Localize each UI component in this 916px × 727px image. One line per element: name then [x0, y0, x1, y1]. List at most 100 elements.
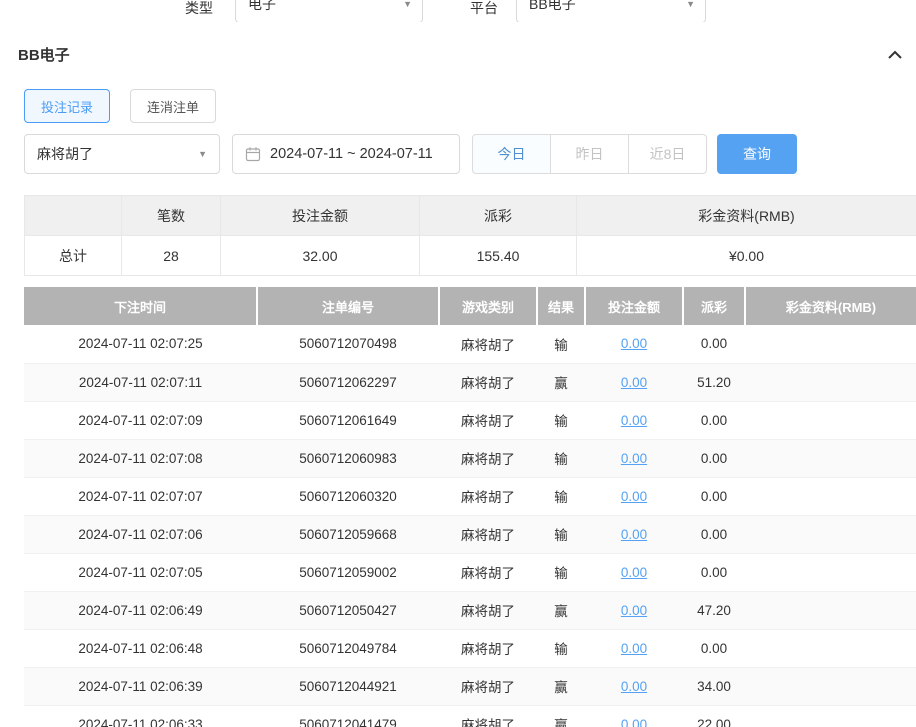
- cell-bet-amount: 0.00: [585, 477, 683, 515]
- cell-bet-time: 2024-07-11 02:06:39: [24, 667, 257, 705]
- cell-bet-amount: 0.00: [585, 667, 683, 705]
- summary-bet-amount-value: 32.00: [221, 236, 420, 276]
- cell-game-category: 麻将胡了: [439, 705, 537, 727]
- summary-jackpot-value: ¥0.00: [577, 236, 916, 276]
- summary-total-row: 总计 28 32.00 155.40 ¥0.00: [25, 236, 916, 276]
- summary-header-jackpot: 彩金资料(RMB): [577, 196, 916, 236]
- filter-row: 麻将胡了 ▼ 2024-07-11 ~ 2024-07-11 今日 昨日 近8日…: [24, 134, 916, 174]
- bet-amount-link[interactable]: 0.00: [621, 336, 647, 351]
- cell-jackpot: [745, 439, 916, 477]
- cell-payout: 22.00: [683, 705, 745, 727]
- cell-bet-id: 5060712060983: [257, 439, 439, 477]
- table-row: 2024-07-11 02:07:055060712059002麻将胡了输0.0…: [24, 553, 916, 591]
- type-label: 类型: [185, 0, 213, 18]
- tab-bet-records[interactable]: 投注记录: [24, 89, 110, 123]
- cell-bet-amount: 0.00: [585, 401, 683, 439]
- detail-header-row: 下注时间注单编号游戏类别结果投注金额派彩彩金资料(RMB): [24, 287, 916, 325]
- cell-result: 输: [537, 515, 585, 553]
- cell-bet-id: 5060712070498: [257, 325, 439, 363]
- bet-amount-link[interactable]: 0.00: [621, 489, 647, 504]
- cell-game-category: 麻将胡了: [439, 591, 537, 629]
- table-row: 2024-07-11 02:07:255060712070498麻将胡了输 0.0…: [24, 325, 916, 363]
- cell-payout: 0.00: [683, 515, 745, 553]
- cell-jackpot: [745, 629, 916, 667]
- cell-jackpot: [745, 401, 916, 439]
- cell-bet-time: 2024-07-11 02:07:08: [24, 439, 257, 477]
- table-row: 2024-07-11 02:07:075060712060320麻将胡了输0.0…: [24, 477, 916, 515]
- cell-result: 输: [537, 629, 585, 667]
- bet-amount-link[interactable]: 0.00: [621, 641, 647, 656]
- cell-payout: 0.00: [683, 629, 745, 667]
- date-range-picker[interactable]: 2024-07-11 ~ 2024-07-11: [232, 134, 460, 174]
- chevron-down-icon: ▼: [403, 0, 412, 9]
- range-yesterday-button[interactable]: 昨日: [550, 134, 629, 174]
- cell-payout: 51.20: [683, 363, 745, 401]
- collapse-section-button[interactable]: [888, 50, 902, 59]
- cell-bet-time: 2024-07-11 02:07:25: [24, 325, 257, 363]
- cell-game-category: 麻将胡了: [439, 477, 537, 515]
- tab-bar: 投注记录 连消注单: [24, 89, 916, 123]
- cell-payout: 34.00: [683, 667, 745, 705]
- range-today-button[interactable]: 今日: [472, 134, 551, 174]
- cell-result: 输: [537, 477, 585, 515]
- platform-select[interactable]: BB电子 ▼: [516, 0, 706, 22]
- cell-game-category: 麻将胡了: [439, 439, 537, 477]
- cell-game-category: 麻将胡了: [439, 629, 537, 667]
- cell-jackpot: [745, 705, 916, 727]
- cell-payout: 0.00: [683, 439, 745, 477]
- cell-jackpot: [745, 553, 916, 591]
- cell-bet-time: 2024-07-11 02:06:33: [24, 705, 257, 727]
- table-row: 2024-07-11 02:07:065060712059668麻将胡了输0.0…: [24, 515, 916, 553]
- cell-payout: 47.20: [683, 591, 745, 629]
- cell-result: 输: [537, 325, 585, 363]
- cell-result: 赢: [537, 705, 585, 727]
- page: 类型 电子 ▼ 平台 BB电子 ▼ BB电子 投注记录 连消注单 麻将胡了 ▼: [0, 0, 916, 727]
- range-last8days-button[interactable]: 近8日: [628, 134, 707, 174]
- cell-bet-id: 5060712041479: [257, 705, 439, 727]
- chevron-down-icon: ▼: [686, 0, 695, 9]
- chevron-up-icon: [888, 50, 902, 59]
- cell-result: 赢: [537, 363, 585, 401]
- bet-amount-link[interactable]: 0.00: [621, 565, 647, 580]
- cell-bet-id: 5060712044921: [257, 667, 439, 705]
- type-select[interactable]: 电子 ▼: [235, 0, 423, 22]
- cell-jackpot: [745, 667, 916, 705]
- cell-result: 输: [537, 401, 585, 439]
- cell-bet-time: 2024-07-11 02:07:11: [24, 363, 257, 401]
- quick-range-group: 今日 昨日 近8日: [472, 134, 707, 174]
- bet-amount-link[interactable]: 0.00: [621, 375, 647, 390]
- query-button[interactable]: 查询: [717, 134, 797, 174]
- tab-cancelled-bets[interactable]: 连消注单: [130, 89, 216, 123]
- cell-jackpot: [745, 363, 916, 401]
- detail-header-cell: 投注金额: [585, 287, 683, 325]
- cell-bet-time: 2024-07-11 02:07:05: [24, 553, 257, 591]
- cell-game-category: 麻将胡了: [439, 401, 537, 439]
- page-title: BB电子: [18, 44, 70, 65]
- cell-bet-amount: 0.00: [585, 591, 683, 629]
- bet-amount-link[interactable]: 0.00: [621, 527, 647, 542]
- summary-total-label: 总计: [25, 236, 122, 276]
- platform-label: 平台: [470, 0, 498, 18]
- bet-amount-link[interactable]: 0.00: [621, 451, 647, 466]
- cell-game-category: 麻将胡了: [439, 515, 537, 553]
- top-filter-bar: 类型 电子 ▼ 平台 BB电子 ▼: [0, 0, 916, 22]
- cell-payout: 0.00: [683, 325, 745, 363]
- summary-count-value: 28: [122, 236, 221, 276]
- cell-bet-time: 2024-07-11 02:07:07: [24, 477, 257, 515]
- bet-amount-link[interactable]: 0.00: [621, 603, 647, 618]
- cell-bet-id: 5060712049784: [257, 629, 439, 667]
- table-row: 2024-07-11 02:07:115060712062297麻将胡了赢0.0…: [24, 363, 916, 401]
- cell-game-category: 麻将胡了: [439, 363, 537, 401]
- bet-amount-link[interactable]: 0.00: [621, 679, 647, 694]
- summary-payout-value: 155.40: [420, 236, 577, 276]
- bet-amount-link[interactable]: 0.00: [621, 717, 647, 727]
- cell-game-category: 麻将胡了: [439, 325, 537, 363]
- cell-bet-time: 2024-07-11 02:06:49: [24, 591, 257, 629]
- bet-amount-link[interactable]: 0.00: [621, 413, 647, 428]
- game-select-value: 麻将胡了: [37, 144, 93, 164]
- summary-header-bet-amount: 投注金额: [221, 196, 420, 236]
- detail-header-cell: 彩金资料(RMB): [745, 287, 916, 325]
- game-select[interactable]: 麻将胡了 ▼: [24, 134, 220, 174]
- table-row: 2024-07-11 02:07:085060712060983麻将胡了输 0.0…: [24, 439, 916, 477]
- cell-result: 输: [537, 439, 585, 477]
